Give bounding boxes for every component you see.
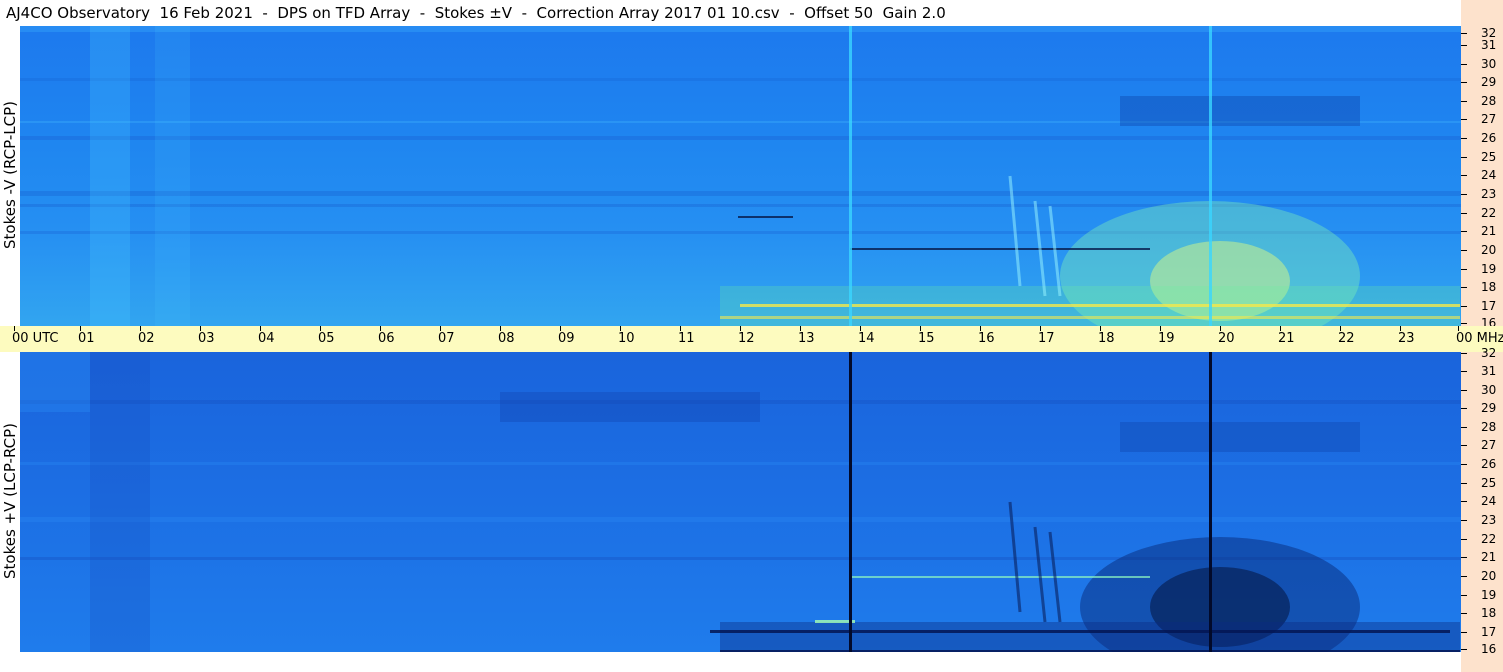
freq-tick: 31	[1461, 38, 1503, 52]
top-panel-ylabel: Stokes -V (RCP-LCP)	[1, 101, 19, 249]
utc-time-axis: 00 UTC 01 02 03 04 05 06 07 08 09 10 11 …	[0, 326, 1503, 352]
freq-tick: 30	[1461, 383, 1503, 397]
freq-tick: 25	[1461, 476, 1503, 490]
freq-tick: 26	[1461, 131, 1503, 145]
freq-tick: 21	[1461, 224, 1503, 238]
bottom-panel-ylabel: Stokes +V (LCP-RCP)	[1, 423, 19, 579]
window-title: AJ4CO Observatory 16 Feb 2021 - DPS on T…	[0, 0, 1461, 26]
freq-tick: 24	[1461, 494, 1503, 508]
freq-tick: 23	[1461, 513, 1503, 527]
freq-tick: 22	[1461, 532, 1503, 546]
freq-tick: 25	[1461, 150, 1503, 164]
bottom-frequency-ticks: 32 31 30 29 28 27 26 25 24 23 22 21 20 1…	[1461, 346, 1503, 656]
freq-tick: 20	[1461, 569, 1503, 583]
freq-tick: 18	[1461, 280, 1503, 294]
freq-tick: 20	[1461, 243, 1503, 257]
freq-tick: 27	[1461, 438, 1503, 452]
freq-tick: 19	[1461, 262, 1503, 276]
freq-tick: 27	[1461, 112, 1503, 126]
stokes-plus-v-spectrogram	[20, 352, 1461, 652]
freq-tick: 18	[1461, 606, 1503, 620]
freq-tick: 32	[1461, 346, 1503, 360]
freq-tick: 28	[1461, 420, 1503, 434]
freq-tick: 29	[1461, 401, 1503, 415]
top-spectrogram-texture	[20, 26, 1461, 326]
bottom-spectrogram-texture	[20, 352, 1461, 652]
freq-tick: 22	[1461, 206, 1503, 220]
freq-tick: 21	[1461, 550, 1503, 564]
freq-tick: 19	[1461, 588, 1503, 602]
freq-tick: 23	[1461, 187, 1503, 201]
freq-tick: 24	[1461, 168, 1503, 182]
top-frequency-ticks: 32 31 30 29 28 27 26 25 24 23 22 21 20 1…	[1461, 26, 1503, 330]
freq-tick: 30	[1461, 57, 1503, 71]
freq-tick: 28	[1461, 94, 1503, 108]
freq-tick: 26	[1461, 457, 1503, 471]
freq-tick: 16	[1461, 642, 1503, 656]
stokes-minus-v-spectrogram	[20, 26, 1461, 326]
freq-tick: 17	[1461, 299, 1503, 313]
freq-tick: 31	[1461, 364, 1503, 378]
freq-tick: 17	[1461, 625, 1503, 639]
freq-tick: 29	[1461, 75, 1503, 89]
